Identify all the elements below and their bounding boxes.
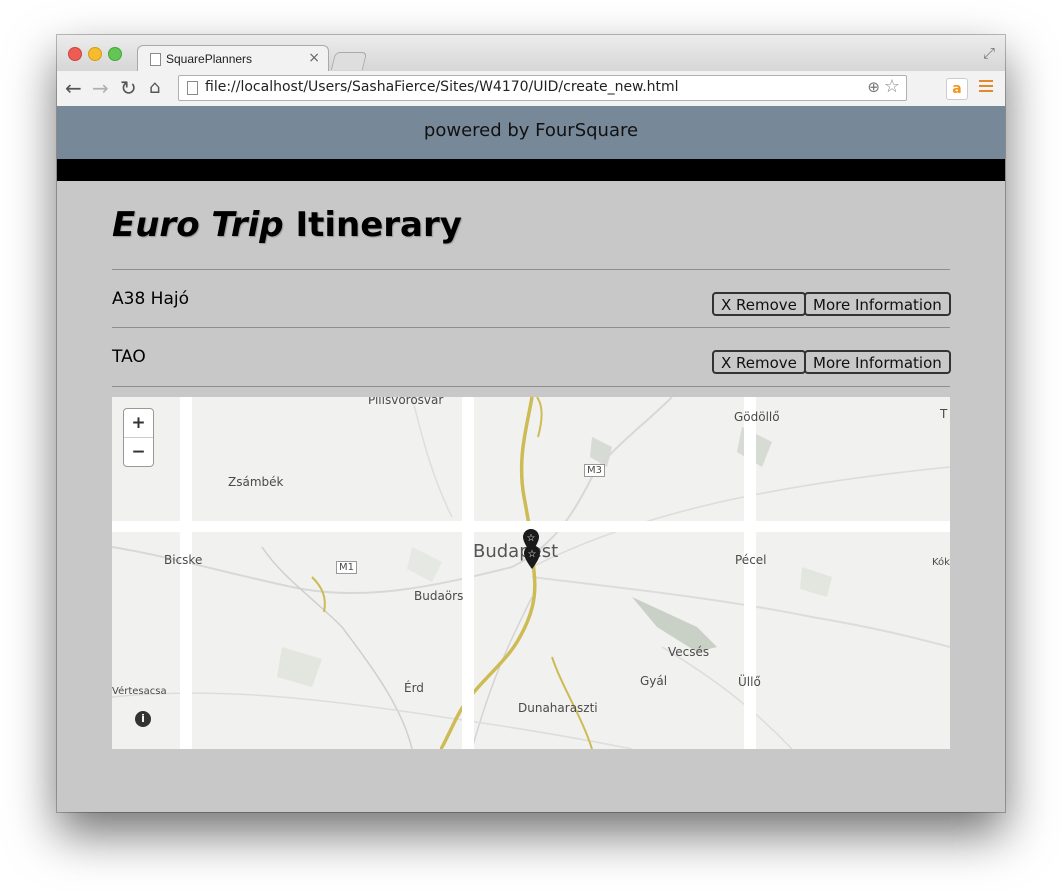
powered-by-text: powered by FourSquare xyxy=(423,120,639,141)
url-text: file://localhost/Users/SashaFierce/Sites… xyxy=(205,79,679,95)
title-bar: SquarePlanners × ⤢ xyxy=(57,35,1005,72)
address-bar[interactable]: file://localhost/Users/SashaFierce/Sites… xyxy=(178,75,907,101)
map-label: Pécel xyxy=(735,553,767,567)
home-icon[interactable]: ⌂ xyxy=(149,76,160,100)
page: powered by FourSquare Euro Trip Itinerar… xyxy=(57,106,1005,812)
menu-icon[interactable] xyxy=(979,80,993,94)
map-zoom-control: + − xyxy=(123,408,154,467)
minimize-window-button[interactable] xyxy=(88,47,102,61)
document-icon xyxy=(150,53,161,66)
map-label: Pilisvorosvar xyxy=(368,397,444,407)
back-arrow-icon[interactable]: ← xyxy=(65,76,82,100)
map-label: Zsámbék xyxy=(228,475,284,489)
forward-arrow-icon[interactable]: → xyxy=(92,76,109,100)
remove-button[interactable]: X Remove xyxy=(712,350,806,374)
remove-button[interactable]: X Remove xyxy=(712,292,806,316)
divider xyxy=(112,269,950,270)
more-information-button[interactable]: More Information xyxy=(804,292,951,316)
browser-toolbar: ← → ↻ ⌂ file://localhost/Users/SashaFier… xyxy=(57,71,1005,641)
itinerary-item-name: TAO xyxy=(112,347,146,367)
header-divider-band xyxy=(57,159,1005,181)
map-label: Gödöllő xyxy=(734,410,780,424)
title-rest: Itinerary xyxy=(283,205,462,245)
new-tab-button[interactable] xyxy=(330,52,368,70)
map-label: Budapest xyxy=(473,541,559,562)
zoom-out-button[interactable]: − xyxy=(124,438,153,466)
page-icon xyxy=(187,81,198,95)
divider xyxy=(112,327,950,328)
map-label: Vértesacsa xyxy=(112,686,167,697)
bookmark-star-icon[interactable]: ☆ xyxy=(884,76,900,97)
info-icon[interactable]: i xyxy=(135,711,151,727)
title-emphasis: Euro Trip xyxy=(112,205,284,245)
map-label: M1 xyxy=(336,561,357,574)
map-marker-icon[interactable]: ☆ xyxy=(523,544,541,570)
tab-close-icon[interactable]: × xyxy=(308,50,320,66)
svg-text:☆: ☆ xyxy=(528,549,537,560)
zoom-window-button[interactable] xyxy=(108,47,122,61)
reload-icon[interactable]: ↻ xyxy=(120,76,137,100)
tab-title: SquarePlanners xyxy=(166,52,253,66)
zoom-in-button[interactable]: + xyxy=(124,409,153,438)
map-label: Érd xyxy=(404,681,424,695)
map-label: M3 xyxy=(584,464,605,477)
map-label: Üllő xyxy=(738,675,761,689)
itinerary-item-name: A38 Hajó xyxy=(112,289,189,309)
browser-window: SquarePlanners × ⤢ ← → ↻ ⌂ file://localh… xyxy=(57,35,1005,812)
more-information-button[interactable]: More Information xyxy=(804,350,951,374)
map-label: Budaörs xyxy=(414,589,464,603)
close-window-button[interactable] xyxy=(68,47,82,61)
map-label: Gyál xyxy=(640,674,668,688)
map-tiles xyxy=(112,397,950,749)
fullscreen-icon[interactable]: ⤢ xyxy=(983,44,995,62)
amazon-extension-icon[interactable]: a xyxy=(946,78,968,100)
map-label: Kók xyxy=(932,557,950,568)
browser-tab[interactable]: SquarePlanners × xyxy=(137,45,329,72)
header-banner: powered by FourSquare xyxy=(57,106,1005,159)
zoom-icon[interactable]: ⊕ xyxy=(867,78,880,96)
map-label: Dunaharaszti xyxy=(518,701,598,715)
page-title: Euro Trip Itinerary xyxy=(112,205,462,245)
map-label: Bicske xyxy=(164,553,203,567)
map-label: T xyxy=(940,407,948,421)
map-view[interactable]: + − Pilisvorosvar Gödöllő T Zsámbék M3 B… xyxy=(112,397,950,749)
divider xyxy=(112,386,950,387)
svg-text:☆: ☆ xyxy=(527,533,536,544)
map-label: Vecsés xyxy=(668,645,710,659)
